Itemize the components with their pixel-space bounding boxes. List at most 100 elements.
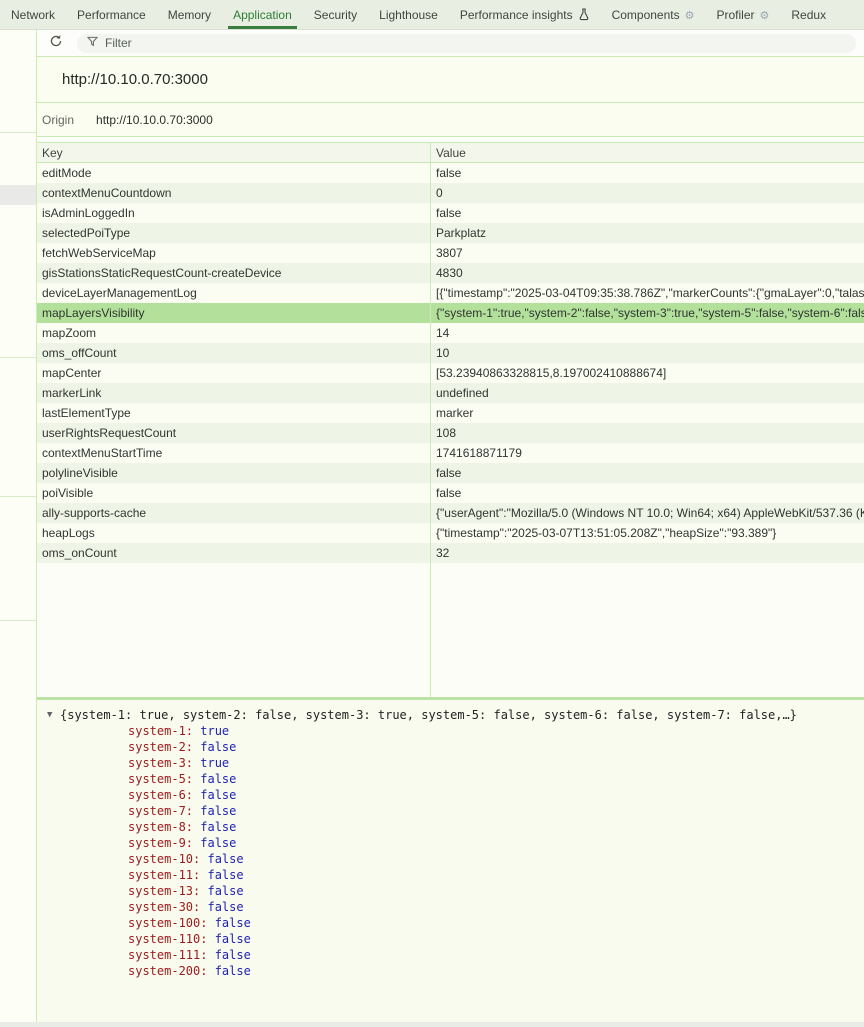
value-cell: 10	[430, 343, 864, 363]
sidebar-divider	[0, 496, 36, 497]
tab-lighthouse[interactable]: Lighthouse	[368, 0, 449, 29]
key-cell: heapLogs	[37, 523, 430, 543]
key-cell: userRightsRequestCount	[37, 423, 430, 443]
refresh-button[interactable]	[45, 32, 67, 54]
tab-components[interactable]: Components⚙	[601, 0, 706, 29]
tab-security[interactable]: Security	[303, 0, 368, 29]
tab-label: Performance	[77, 8, 146, 22]
value-cell: marker	[430, 403, 864, 423]
preview-entry-value: true	[200, 724, 229, 738]
sidebar-divider	[0, 357, 36, 358]
table-row[interactable]: ally-supports-cache{"userAgent":"Mozilla…	[37, 503, 864, 523]
storage-toolbar: Filter	[37, 30, 864, 57]
key-cell: deviceLayerManagementLog	[37, 283, 430, 303]
preview-entry: system-1: true	[37, 723, 864, 739]
value-cell: Parkplatz	[430, 223, 864, 243]
filter-input[interactable]: Filter	[77, 34, 856, 53]
table-row[interactable]: mapZoom14	[37, 323, 864, 343]
column-header-value[interactable]: Value	[430, 143, 864, 162]
tab-performance-insights[interactable]: Performance insights	[449, 0, 601, 29]
preview-entry-value: false	[207, 884, 243, 898]
preview-entry-key: system-3:	[128, 756, 200, 770]
preview-entry: system-9: false	[37, 835, 864, 851]
preview-entry-key: system-5:	[128, 772, 200, 786]
tab-performance[interactable]: Performance	[66, 0, 157, 29]
preview-entry-key: system-10:	[128, 852, 207, 866]
value-preview-pane: ▼ {system-1: true, system-2: false, syst…	[37, 700, 864, 1027]
origin-value: http://10.10.0.70:3000	[96, 113, 213, 127]
table-row[interactable]: poiVisiblefalse	[37, 483, 864, 503]
table-row[interactable]: lastElementTypemarker	[37, 403, 864, 423]
preview-entry-key: system-200:	[128, 964, 215, 978]
storage-origin-title-text: http://10.10.0.70:3000	[62, 71, 208, 88]
preview-entry-key: system-7:	[128, 804, 200, 818]
filter-placeholder: Filter	[105, 36, 132, 50]
storage-origin-title: http://10.10.0.70:3000	[37, 57, 864, 103]
table-row[interactable]: gisStationsStaticRequestCount-createDevi…	[37, 263, 864, 283]
refresh-icon	[49, 34, 63, 53]
key-cell: contextMenuCountdown	[37, 183, 430, 203]
table-row[interactable]: oms_onCount32	[37, 543, 864, 563]
key-cell: oms_onCount	[37, 543, 430, 563]
preview-entry-value: false	[200, 804, 236, 818]
key-cell: polylineVisible	[37, 463, 430, 483]
key-cell: ally-supports-cache	[37, 503, 430, 523]
key-cell: editMode	[37, 163, 430, 183]
funnel-icon	[87, 36, 98, 50]
tab-label: Application	[233, 8, 292, 22]
table-row[interactable]: oms_offCount10	[37, 343, 864, 363]
preview-entry-value: false	[200, 820, 236, 834]
value-cell: [53.23940863328815,8.197002410888674]	[430, 363, 864, 383]
preview-entry-key: system-13:	[128, 884, 207, 898]
storage-panel: Filter http://10.10.0.70:3000 Origin htt…	[37, 30, 864, 1027]
table-row[interactable]: fetchWebServiceMap3807	[37, 243, 864, 263]
tab-profiler[interactable]: Profiler⚙	[706, 0, 781, 29]
table-row[interactable]: contextMenuCountdown0	[37, 183, 864, 203]
preview-entry-key: system-8:	[128, 820, 200, 834]
preview-entry-key: system-11:	[128, 868, 207, 882]
table-row[interactable]: mapCenter[53.23940863328815,8.1970024108…	[37, 363, 864, 383]
tab-label: Redux	[791, 8, 826, 22]
table-row[interactable]: contextMenuStartTime1741618871179	[37, 443, 864, 463]
tab-network[interactable]: Network	[0, 0, 66, 29]
preview-entry: system-7: false	[37, 803, 864, 819]
tab-label: Network	[11, 8, 55, 22]
table-row[interactable]: isAdminLoggedInfalse	[37, 203, 864, 223]
preview-entry: system-100: false	[37, 915, 864, 931]
preview-summary-row[interactable]: ▼ {system-1: true, system-2: false, syst…	[37, 707, 864, 723]
preview-entry-value: false	[200, 772, 236, 786]
preview-entry-value: false	[215, 964, 251, 978]
key-cell: markerLink	[37, 383, 430, 403]
flask-icon	[578, 8, 590, 21]
table-row[interactable]: polylineVisiblefalse	[37, 463, 864, 483]
preview-entry: system-13: false	[37, 883, 864, 899]
table-row[interactable]: mapLayersVisibility{"system-1":true,"sys…	[37, 303, 864, 323]
column-header-key[interactable]: Key	[37, 143, 430, 162]
key-cell: gisStationsStaticRequestCount-createDevi…	[37, 263, 430, 283]
preview-entry-key: system-1:	[128, 724, 200, 738]
table-row[interactable]: heapLogs{"timestamp":"2025-03-07T13:51:0…	[37, 523, 864, 543]
tab-redux[interactable]: Redux	[780, 0, 837, 29]
table-row[interactable]: markerLinkundefined	[37, 383, 864, 403]
tab-application[interactable]: Application	[222, 0, 303, 29]
value-cell: undefined	[430, 383, 864, 403]
table-row[interactable]: deviceLayerManagementLog[{"timestamp":"2…	[37, 283, 864, 303]
table-row[interactable]: userRightsRequestCount108	[37, 423, 864, 443]
table-row[interactable]: selectedPoiTypeParkplatz	[37, 223, 864, 243]
value-cell: 108	[430, 423, 864, 443]
value-cell: 14	[430, 323, 864, 343]
preview-entry-key: system-100:	[128, 916, 215, 930]
table-row[interactable]: editModefalse	[37, 163, 864, 183]
preview-entry: system-10: false	[37, 851, 864, 867]
tab-label: Security	[314, 8, 357, 22]
expand-caret-icon[interactable]: ▼	[47, 707, 60, 723]
origin-row: Origin http://10.10.0.70:3000	[37, 103, 864, 137]
preview-entry-key: system-9:	[128, 836, 200, 850]
sidebar-selected-item[interactable]	[0, 185, 36, 205]
preview-entry-value: false	[215, 948, 251, 962]
key-cell: isAdminLoggedIn	[37, 203, 430, 223]
application-sidebar	[0, 30, 37, 1027]
key-cell: oms_offCount	[37, 343, 430, 363]
tab-memory[interactable]: Memory	[157, 0, 222, 29]
value-cell: false	[430, 203, 864, 223]
